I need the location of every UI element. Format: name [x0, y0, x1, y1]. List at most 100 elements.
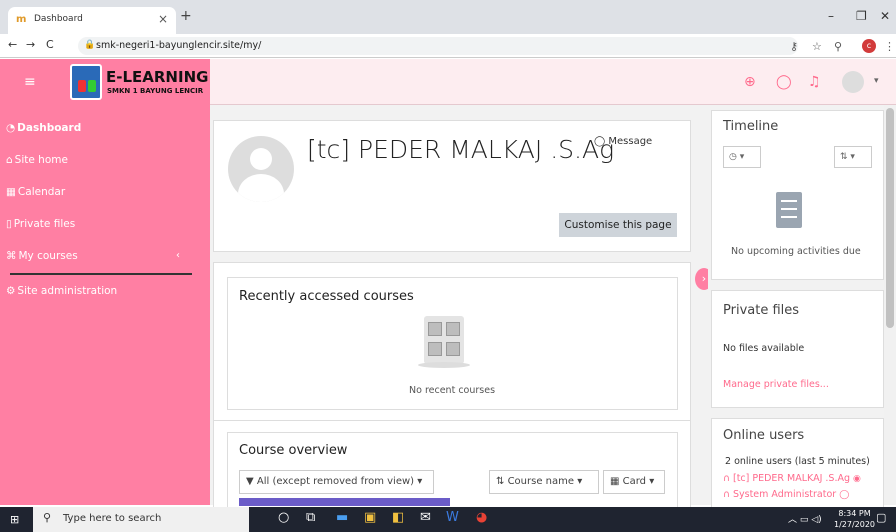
- star-icon[interactable]: ☆: [812, 40, 822, 53]
- notification-center-icon[interactable]: ▢: [876, 511, 886, 524]
- course-overview-title: Course overview: [239, 443, 348, 458]
- sidebar-item-label: Site administration: [17, 285, 118, 297]
- timeline-title: Timeline: [723, 119, 779, 134]
- timeline-filter-dropdown[interactable]: ◷ ▾: [723, 146, 761, 168]
- user-menu-avatar[interactable]: [842, 71, 864, 93]
- profile-avatar[interactable]: [228, 136, 294, 202]
- sidebar-item-site-administration[interactable]: ⚙ Site administration: [6, 285, 117, 297]
- online-users-count: 2 online users (last 5 minutes): [725, 456, 870, 467]
- chat-bubble-icon: ◯: [594, 136, 609, 147]
- filter-icon: ▼: [246, 476, 257, 487]
- browser-tab[interactable]: m Dashboard ×: [8, 7, 176, 34]
- manage-private-files-link[interactable]: Manage private files...: [723, 379, 829, 390]
- sidebar-item-private-files[interactable]: ▯ Private files: [6, 218, 75, 230]
- taskbar-search-placeholder[interactable]: Type here to search: [63, 513, 161, 524]
- sidebar-item-label: Private files: [13, 218, 76, 230]
- restore-button[interactable]: ❐: [856, 9, 867, 23]
- online-user-name: [tc] PEDER MALKAJ .S.Ag: [732, 473, 851, 484]
- key-icon[interactable]: ⚷: [790, 40, 798, 53]
- sidebar-item-site-home[interactable]: ⌂ Site home: [6, 154, 68, 166]
- forward-icon[interactable]: →: [26, 38, 35, 51]
- messages-icon[interactable]: ◯: [776, 74, 792, 90]
- task-view-icon[interactable]: ⧉: [306, 510, 315, 525]
- message-label: Message: [608, 136, 653, 147]
- course-card-image[interactable]: [239, 498, 450, 506]
- online-user-item[interactable]: ∩ [tc] PEDER MALKAJ .S.Ag ◉: [723, 473, 861, 484]
- lock-icon: 🔒: [84, 40, 96, 50]
- taskbar-clock[interactable]: 8:34 PM 1/27/2020: [834, 508, 875, 530]
- clock-icon: ◷ ▾: [729, 152, 745, 162]
- no-recent-courses-text: No recent courses: [409, 385, 496, 396]
- system-tray-icons[interactable]: ︿ ▭ ◁): [788, 512, 822, 525]
- tab-title: Dashboard: [34, 14, 83, 24]
- dashboard-icon: ◔: [6, 122, 16, 134]
- mail-icon[interactable]: ✉: [420, 510, 431, 525]
- graduation-cap-icon: ⌘: [6, 250, 17, 262]
- browser-menu-icon[interactable]: ⋮: [884, 40, 895, 53]
- online-user-item[interactable]: ∩ System Administrator ◯: [723, 489, 849, 500]
- icon-shadow: [418, 362, 470, 368]
- grid-icon: ▦: [610, 476, 623, 487]
- chrome-icon[interactable]: ◕: [476, 510, 487, 525]
- user-menu-caret-icon[interactable]: ▾: [874, 76, 879, 86]
- back-icon[interactable]: ←: [8, 38, 17, 51]
- timeline-sort-dropdown[interactable]: ⇅ ▾: [834, 146, 872, 168]
- file-explorer-icon[interactable]: ▣: [364, 510, 376, 525]
- sidebar-item-my-courses[interactable]: ⌘ My courses: [6, 250, 78, 262]
- tile: [428, 342, 442, 356]
- activities-empty-icon: [776, 192, 802, 228]
- school-logo[interactable]: [70, 64, 102, 100]
- course-view-dropdown[interactable]: ▦ Card ▾: [603, 470, 665, 494]
- user-icon: ∩: [723, 489, 733, 500]
- word-icon[interactable]: W: [446, 510, 459, 525]
- user-icon: ∩: [723, 473, 733, 484]
- online-users-title: Online users: [723, 428, 805, 443]
- chevron-down-icon: ▾: [646, 476, 655, 487]
- file-icon: ▯: [6, 218, 12, 230]
- new-tab-button[interactable]: +: [180, 8, 192, 24]
- line: [781, 208, 797, 210]
- cortana-icon[interactable]: ○: [278, 510, 289, 525]
- message-button[interactable]: ◯ Message: [594, 136, 652, 147]
- eye-icon[interactable]: ◉: [853, 474, 861, 484]
- sidebar-item-label: Dashboard: [17, 122, 82, 134]
- filter-label: All (except removed from view): [256, 476, 415, 487]
- home-icon: ⌂: [6, 154, 13, 166]
- edge-icon[interactable]: ▬: [336, 510, 348, 525]
- logo-green-figure: [88, 80, 96, 92]
- line: [781, 200, 797, 202]
- chevron-left-icon[interactable]: ‹: [176, 250, 180, 261]
- private-files-title: Private files: [723, 303, 800, 318]
- hamburger-menu-icon[interactable]: ≡: [24, 74, 36, 90]
- no-activities-text: No upcoming activities due: [731, 246, 861, 257]
- course-filter-dropdown[interactable]: ▼ All (except removed from view) ▾: [239, 470, 434, 494]
- extension-search-icon[interactable]: ⚲: [834, 40, 842, 53]
- close-window-button[interactable]: ✕: [880, 9, 890, 23]
- windows-start-icon[interactable]: ⊞: [10, 513, 19, 526]
- course-sort-dropdown[interactable]: ⇅ Course name ▾: [489, 470, 599, 494]
- language-globe-icon[interactable]: ⊕: [744, 74, 756, 90]
- sidebar-item-calendar[interactable]: ▦ Calendar: [6, 186, 65, 198]
- sidebar-item-dashboard[interactable]: ◔ Dashboard: [6, 122, 81, 134]
- store-icon[interactable]: ◧: [392, 510, 404, 525]
- brand-subtitle: SMKN 1 BAYUNG LENCIR: [107, 87, 204, 95]
- browser-profile-avatar[interactable]: c: [862, 39, 876, 53]
- no-files-text: No files available: [723, 343, 805, 354]
- brand-title[interactable]: E-LEARNING: [106, 68, 208, 86]
- moodle-favicon-icon: m: [16, 14, 27, 25]
- notification-bell-icon[interactable]: ♫: [808, 74, 821, 90]
- message-icon[interactable]: ◯: [839, 490, 849, 500]
- scrollbar-thumb[interactable]: [886, 108, 894, 328]
- sidebar-item-label: Site home: [14, 154, 68, 166]
- date-text: 1/27/2020: [834, 520, 876, 529]
- view-label: Card: [622, 476, 647, 487]
- sort-icon: ⇅: [496, 476, 508, 487]
- sidebar-item-label: My courses: [18, 250, 78, 262]
- customise-page-button[interactable]: Customise this page: [559, 213, 677, 237]
- minimize-button[interactable]: –: [828, 9, 834, 23]
- reload-icon[interactable]: C: [46, 38, 54, 51]
- gear-icon: ⚙: [6, 285, 16, 297]
- avatar-head: [250, 148, 272, 170]
- tab-close-button[interactable]: ×: [158, 12, 168, 26]
- url-text[interactable]: smk-negeri1-bayunglencir.site/my/: [96, 40, 261, 51]
